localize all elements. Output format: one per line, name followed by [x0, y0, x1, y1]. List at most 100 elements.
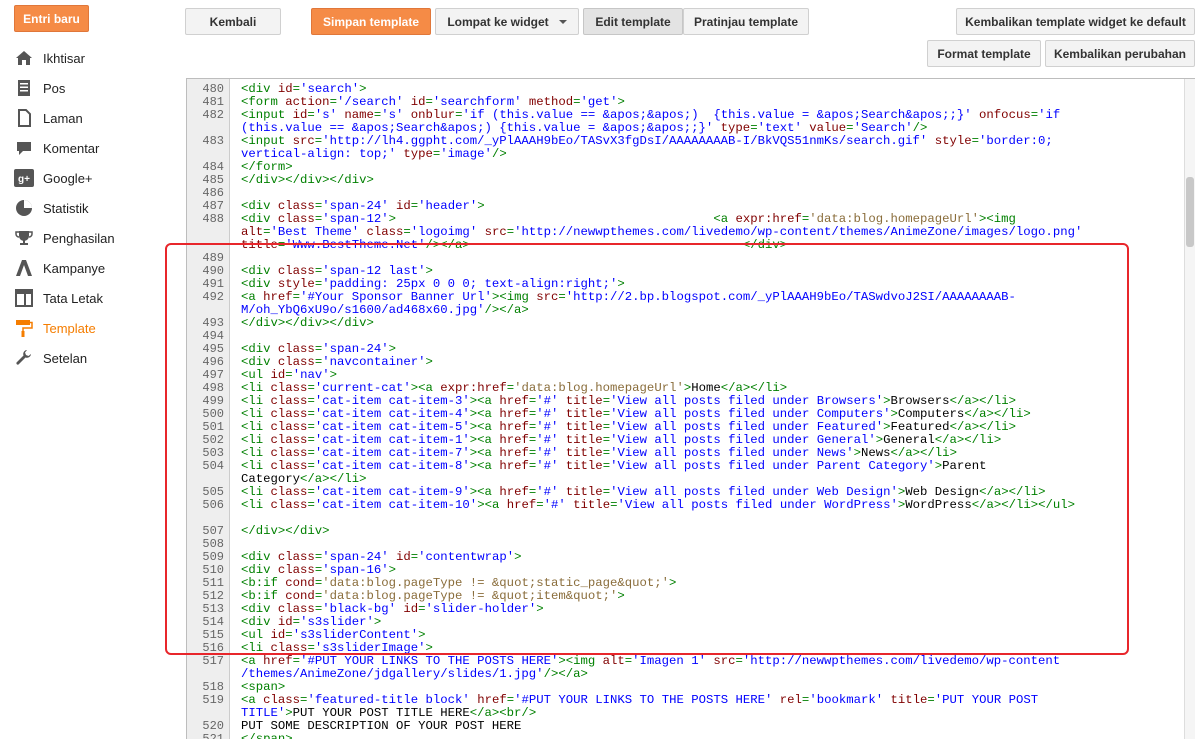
- sidebar-item-posts[interactable]: Pos: [14, 77, 65, 99]
- format-template-button[interactable]: Format template: [927, 40, 1041, 67]
- code-token: =: [536, 498, 544, 512]
- code-token: href: [506, 498, 537, 512]
- code-token: 'slider-holder': [425, 602, 537, 616]
- sidebar-item-earnings[interactable]: Penghasilan: [14, 227, 115, 249]
- code-token: src: [713, 654, 736, 668]
- sidebar-item-pages[interactable]: Laman: [14, 107, 83, 129]
- code-token: href: [499, 485, 529, 499]
- sidebar-item-label: Template: [43, 320, 96, 336]
- code-token: General: [883, 433, 935, 447]
- code-token: title: [565, 485, 603, 499]
- sidebar-item-label: Komentar: [43, 140, 100, 156]
- code-token: class: [277, 212, 315, 226]
- code-token: class: [270, 394, 308, 408]
- code-token: 'span-12 last': [322, 264, 426, 278]
- code-token: class: [270, 485, 308, 499]
- save-template-button[interactable]: Simpan template: [311, 8, 431, 35]
- wrench-icon: [14, 349, 34, 367]
- code-token: News: [861, 446, 891, 460]
- restore-widget-template-button[interactable]: Kembalikan template widget ke default: [956, 8, 1195, 35]
- sidebar-item-label: Laman: [43, 110, 83, 126]
- code-editor[interactable]: 480 481 482 483 484 485 486 487 488 489 490 491 492 4…: [186, 78, 1195, 739]
- revert-changes-button[interactable]: Kembalikan perubahan: [1045, 40, 1195, 67]
- code-token: 'header': [418, 199, 478, 213]
- code-token: =: [292, 290, 301, 304]
- code-token: <div: [241, 550, 278, 564]
- code-token: <div: [241, 563, 278, 577]
- scrollbar-thumb[interactable]: [1186, 177, 1194, 247]
- sidebar-item-label: Pos: [43, 80, 66, 96]
- jump-to-widget-dropdown[interactable]: Lompat ke widget: [435, 8, 579, 35]
- code-token: Web Design: [905, 485, 980, 499]
- code-token: =: [602, 407, 611, 421]
- code-token: class: [277, 199, 315, 213]
- code-token: src: [484, 225, 507, 239]
- code-token: =: [307, 394, 315, 408]
- sidebar-item-template[interactable]: Template: [14, 317, 96, 339]
- code-token: <li: [241, 459, 271, 473]
- new-post-button[interactable]: Entri baru: [14, 5, 89, 32]
- line-number: 504: [202, 459, 224, 473]
- code-token: 'View all posts filed under WordPress': [617, 498, 898, 512]
- sidebar-item-label: Statistik: [43, 200, 89, 216]
- sidebar-item-layout[interactable]: Tata Letak: [14, 287, 103, 309]
- code-token: >: [329, 368, 337, 382]
- tab-edit-template[interactable]: Edit template: [583, 8, 683, 35]
- paint-roller-icon: [14, 319, 34, 337]
- code-token: class: [270, 498, 308, 512]
- sidebar-item-stats[interactable]: Statistik: [14, 197, 89, 219]
- comment-icon: [14, 139, 34, 157]
- code-token: class: [270, 459, 308, 473]
- code-token: class: [277, 355, 315, 369]
- sidebar-item-google-plus[interactable]: g+ Google+: [14, 167, 93, 189]
- code-token: 'cat-item cat-item-3': [314, 394, 470, 408]
- code-token: >: [853, 446, 861, 460]
- code-line: </div></div></div>: [241, 174, 374, 187]
- code-token: 'cat-item cat-item-7': [314, 446, 470, 460]
- code-token: '#PUT YOUR LINKS TO THE POSTS HERE': [300, 654, 559, 668]
- code-token: =: [307, 420, 315, 434]
- back-button[interactable]: Kembali: [185, 8, 281, 35]
- code-token: =: [263, 225, 271, 239]
- code-token: alt: [602, 654, 625, 668]
- code-line: </div></div>: [241, 525, 330, 538]
- code-token: '#PUT YOUR LINKS TO THE POSTS HERE': [514, 693, 773, 707]
- code-token: '#': [536, 407, 559, 421]
- sidebar-item-overview[interactable]: Ikhtisar: [14, 47, 85, 69]
- code-token: <div: [241, 277, 278, 291]
- sidebar-item-campaigns[interactable]: Kampanye: [14, 257, 105, 279]
- code-token: Parent: [942, 459, 987, 473]
- code-token: 'span-24': [322, 550, 389, 564]
- sidebar-item-comments[interactable]: Komentar: [14, 137, 99, 159]
- tab-preview-template[interactable]: Pratinjau template: [683, 8, 809, 35]
- line-number: 506: [202, 498, 224, 512]
- code-token: =: [292, 82, 301, 96]
- code-token: =: [573, 95, 581, 109]
- code-token: style: [277, 277, 315, 291]
- code-token: '#': [536, 459, 559, 473]
- code-token: class: [277, 342, 315, 356]
- sidebar-item-settings[interactable]: Setelan: [14, 347, 87, 369]
- code-token: =: [425, 95, 433, 109]
- vertical-scrollbar[interactable]: [1184, 79, 1195, 739]
- code-token: 'http://newwpthemes.com/livedemo/wp-cont…: [742, 654, 1061, 668]
- code-token: >: [617, 277, 625, 291]
- code-token: =: [292, 654, 301, 668]
- trophy-icon: [14, 229, 34, 247]
- code-token: 's3sliderImage': [314, 641, 426, 655]
- code-token: =: [307, 459, 315, 473]
- code-token: '#': [536, 446, 559, 460]
- code-token: id: [277, 615, 293, 629]
- code-token: 'contentwrap': [418, 550, 515, 564]
- code-token: ><img: [979, 212, 1016, 226]
- code-token: =: [285, 368, 293, 382]
- code-token: >: [617, 95, 625, 109]
- sidebar-item-label: Tata Letak: [43, 290, 103, 306]
- code-token: >: [536, 602, 544, 616]
- code-token: title: [890, 693, 928, 707]
